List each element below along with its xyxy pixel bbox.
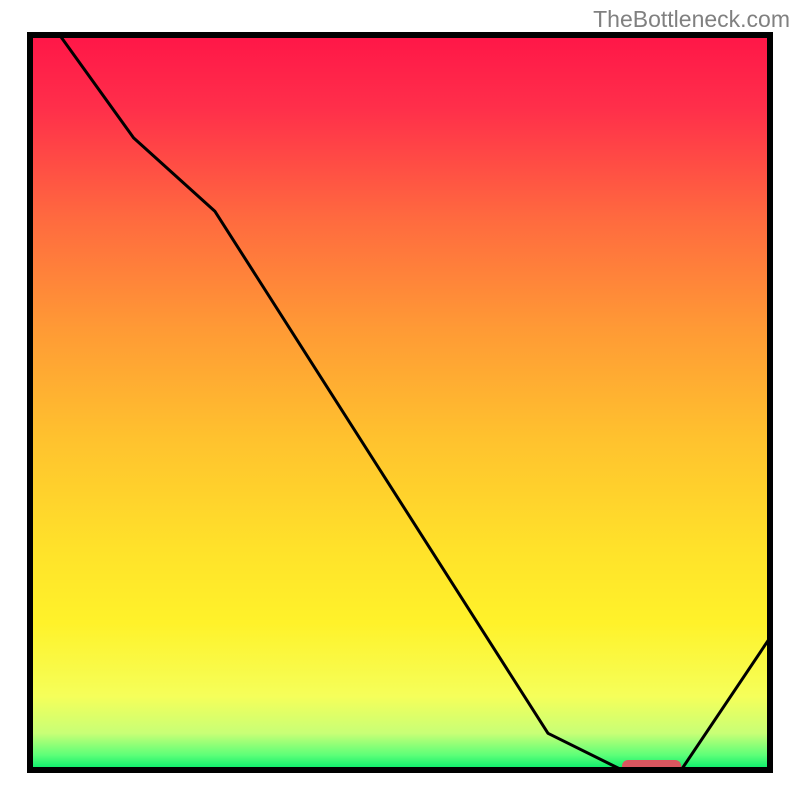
bottleneck-chart: [0, 0, 800, 800]
chart-container: TheBottleneck.com: [0, 0, 800, 800]
plot-area: [30, 35, 770, 773]
